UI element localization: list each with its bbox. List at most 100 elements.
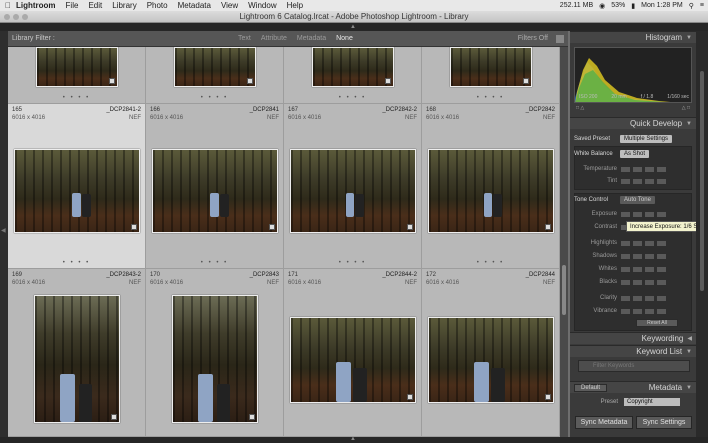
whites-up-large[interactable] xyxy=(656,265,667,273)
shadows-up-large[interactable] xyxy=(656,252,667,260)
blacks-up-large[interactable] xyxy=(656,278,667,286)
thumbnail[interactable] xyxy=(290,317,416,403)
clarity-down-large[interactable] xyxy=(620,294,631,302)
temp-down[interactable] xyxy=(632,165,643,173)
edit-badge-icon[interactable] xyxy=(111,414,117,420)
left-panel-toggle[interactable]: ◀ xyxy=(0,31,8,437)
edit-badge-icon[interactable] xyxy=(407,224,413,230)
panel-scrollbar[interactable] xyxy=(696,31,708,437)
grid-cell-168[interactable]: 168 6016 x 4016 _DCP2842 NEF • • • • xyxy=(422,104,560,269)
exposure-down[interactable] xyxy=(632,210,643,218)
close-window-button[interactable] xyxy=(4,14,10,20)
thumbnail[interactable] xyxy=(290,149,416,233)
grid-cell[interactable]: • • • • xyxy=(146,47,284,104)
tint-up[interactable] xyxy=(644,177,655,185)
thumbnail[interactable] xyxy=(450,47,532,87)
thumbnail[interactable] xyxy=(174,47,256,87)
filter-text[interactable]: Text xyxy=(238,35,251,42)
histogram[interactable]: ISO 200 20 mm f / 1.8 1/160 sec xyxy=(574,47,692,103)
menu-file[interactable]: File xyxy=(66,1,79,10)
auto-tone-button[interactable]: Auto Tone xyxy=(620,196,655,204)
highlights-down[interactable] xyxy=(632,239,643,247)
wifi-icon[interactable]: ◉ xyxy=(599,2,605,10)
memory-readout[interactable]: 252.11 MB xyxy=(560,2,593,9)
temp-up-large[interactable] xyxy=(656,165,667,173)
rating-dots[interactable]: • • • • xyxy=(422,95,559,101)
edit-badge-icon[interactable] xyxy=(247,78,253,84)
minimize-window-button[interactable] xyxy=(13,14,19,20)
edit-badge-icon[interactable] xyxy=(109,78,115,84)
grid-cell-169[interactable]: 169 6016 x 4016 _DCP2843-2 NEF xyxy=(8,269,146,437)
clock[interactable]: Mon 1:28 PM xyxy=(641,2,683,9)
grid-scrollbar[interactable] xyxy=(560,47,568,437)
quick-develop-header[interactable]: Quick Develop ▼ xyxy=(570,117,696,129)
grid-cell[interactable]: • • • • xyxy=(284,47,422,104)
battery-icon[interactable]: ▮ xyxy=(631,2,635,10)
rating-dots[interactable]: • • • • xyxy=(284,95,421,101)
temp-down-large[interactable] xyxy=(620,165,631,173)
tint-up-large[interactable] xyxy=(656,177,667,185)
menu-edit[interactable]: Edit xyxy=(88,1,102,10)
zoom-window-button[interactable] xyxy=(22,14,28,20)
rating-dots[interactable]: • • • • xyxy=(8,260,145,266)
thumbnail[interactable] xyxy=(428,149,554,233)
menu-metadata[interactable]: Metadata xyxy=(178,1,211,10)
vibrance-up-large[interactable] xyxy=(656,307,667,315)
blacks-down-large[interactable] xyxy=(620,278,631,286)
menu-window[interactable]: Window xyxy=(248,1,276,10)
temp-up[interactable] xyxy=(644,165,655,173)
keyword-list-header[interactable]: Keyword List ▼ xyxy=(570,345,696,357)
shadows-down-large[interactable] xyxy=(620,252,631,260)
edit-badge-icon[interactable] xyxy=(269,224,275,230)
grid-cell-171[interactable]: 171 6016 x 4016 _DCP2844-2 NEF xyxy=(284,269,422,437)
search-icon[interactable]: ⚲ xyxy=(689,2,694,10)
highlights-up[interactable] xyxy=(644,239,655,247)
grid-scroll-thumb[interactable] xyxy=(562,265,566,315)
menu-app[interactable]: Lightroom xyxy=(16,1,56,10)
filters-off-dropdown[interactable]: Filters Off xyxy=(518,35,548,42)
keyword-filter-input[interactable]: Filter Keywords xyxy=(578,360,690,372)
white-balance-select[interactable]: As Shot xyxy=(620,150,650,158)
vibrance-down[interactable] xyxy=(632,307,643,315)
preset-select[interactable]: Copyright xyxy=(624,397,680,406)
top-panel-toggle[interactable]: ▲ xyxy=(0,23,708,31)
highlight-clipping-icon[interactable]: △ □ xyxy=(682,105,690,115)
menu-view[interactable]: View xyxy=(221,1,238,10)
exposure-down-large[interactable] xyxy=(620,210,631,218)
apple-menu-icon[interactable]:  xyxy=(0,1,16,10)
grid-cell-170[interactable]: 170 6016 x 4016 _DCP2843 NEF xyxy=(146,269,284,437)
shadows-down[interactable] xyxy=(632,252,643,260)
shadows-up[interactable] xyxy=(644,252,655,260)
clarity-up-large[interactable] xyxy=(656,294,667,302)
clarity-down[interactable] xyxy=(632,294,643,302)
thumbnail[interactable] xyxy=(172,295,258,423)
histogram-header[interactable]: Histogram ▼ xyxy=(570,31,696,43)
edit-badge-icon[interactable] xyxy=(131,224,137,230)
bottom-panel-toggle[interactable]: ▲ xyxy=(0,436,708,443)
edit-badge-icon[interactable] xyxy=(249,414,255,420)
panel-scroll-thumb[interactable] xyxy=(700,71,704,291)
menu-photo[interactable]: Photo xyxy=(147,1,168,10)
menu-library[interactable]: Library xyxy=(112,1,136,10)
edit-badge-icon[interactable] xyxy=(545,224,551,230)
filter-attribute[interactable]: Attribute xyxy=(261,35,287,42)
edit-badge-icon[interactable] xyxy=(407,394,413,400)
sync-settings-button[interactable]: Sync Settings xyxy=(636,416,692,429)
whites-down[interactable] xyxy=(632,265,643,273)
thumbnail[interactable] xyxy=(312,47,394,87)
keywording-header[interactable]: Keywording ◀ xyxy=(570,332,696,344)
shadow-clipping-icon[interactable]: □ △ xyxy=(576,105,584,115)
grid-cell-166[interactable]: 166 6016 x 4016 _DCP2841 NEF • • • • xyxy=(146,104,284,269)
grid-cell[interactable]: • • • • xyxy=(8,47,146,104)
thumbnail[interactable] xyxy=(428,317,554,403)
menu-help[interactable]: Help xyxy=(287,1,303,10)
exposure-up[interactable] xyxy=(644,210,655,218)
edit-badge-icon[interactable] xyxy=(523,78,529,84)
rating-dots[interactable]: • • • • xyxy=(422,260,559,266)
filter-none[interactable]: None xyxy=(336,35,353,42)
grid-cell-165[interactable]: 165 6016 x 4016 _DCP2841-2 NEF • • • • xyxy=(8,104,146,269)
edit-badge-icon[interactable] xyxy=(385,78,391,84)
thumbnail[interactable] xyxy=(36,47,118,87)
vibrance-up[interactable] xyxy=(644,307,655,315)
whites-down-large[interactable] xyxy=(620,265,631,273)
